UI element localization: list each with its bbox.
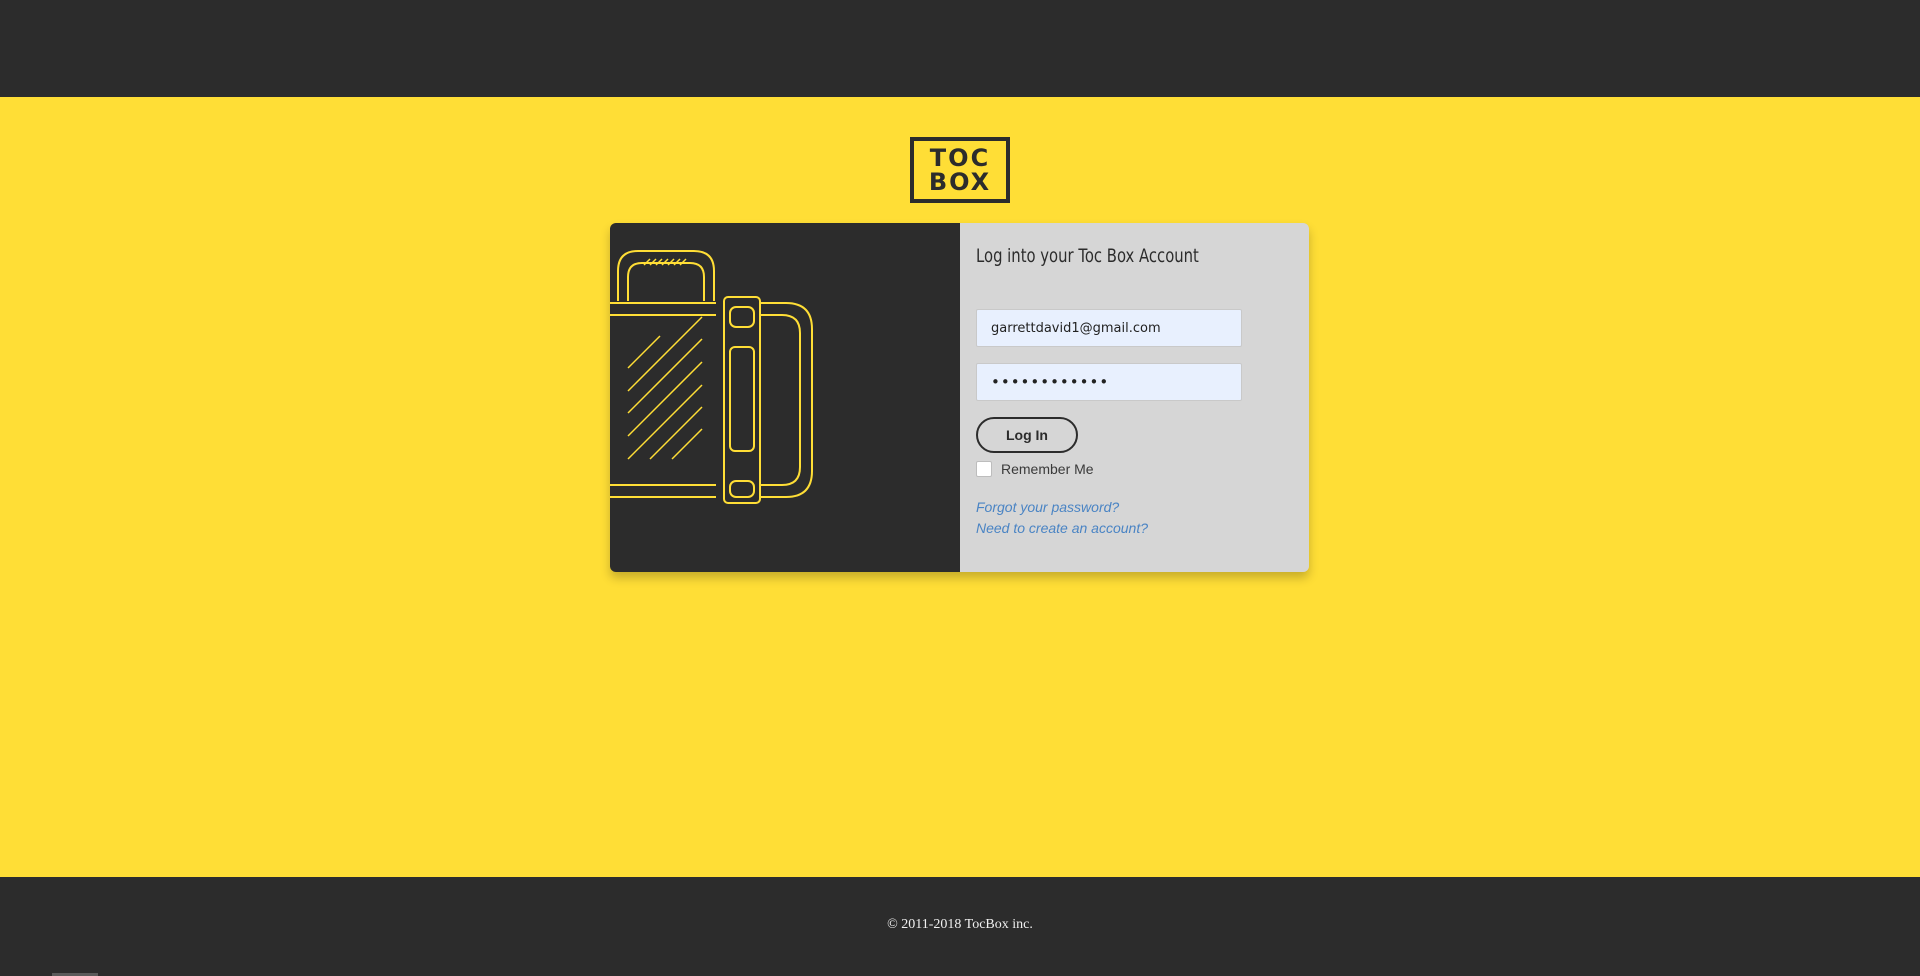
- tocbox-logo[interactable]: TOC BOX: [910, 137, 1010, 203]
- forgot-password-link[interactable]: Forgot your password?: [976, 499, 1119, 515]
- login-form: Log into your Toc Box Account Log In Rem…: [960, 223, 1309, 572]
- logo-line-2: BOX: [928, 168, 992, 196]
- form-title: Log into your Toc Box Account: [976, 245, 1199, 267]
- create-account-link[interactable]: Need to create an account?: [976, 520, 1148, 536]
- remember-me-label: Remember Me: [1001, 461, 1094, 477]
- copyright-text: © 2011-2018 TocBox inc.: [887, 917, 1033, 932]
- logo-line-1: TOC: [929, 144, 991, 172]
- password-field[interactable]: [976, 363, 1242, 401]
- login-card: Log into your Toc Box Account Log In Rem…: [610, 223, 1309, 572]
- top-bar: [0, 0, 1920, 97]
- footer: © 2011-2018 TocBox inc.: [0, 877, 1920, 976]
- lunchbox-illustration-icon: [610, 223, 960, 572]
- email-field[interactable]: [976, 309, 1242, 347]
- remember-me[interactable]: Remember Me: [976, 461, 1094, 477]
- remember-me-checkbox[interactable]: [976, 461, 992, 477]
- login-button[interactable]: Log In: [976, 417, 1078, 453]
